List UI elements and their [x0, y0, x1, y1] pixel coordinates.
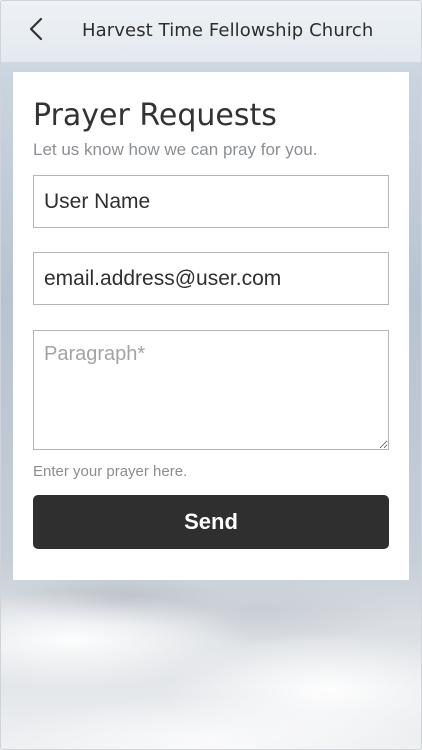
form-subtitle: Let us know how we can pray for you. [33, 140, 318, 159]
header-bar: Harvest Time Fellowship Church [0, 0, 422, 63]
send-button[interactable]: Send [33, 495, 389, 549]
prayer-helper-text: Enter your prayer here. [33, 463, 188, 480]
name-input[interactable] [33, 175, 389, 228]
email-input[interactable] [33, 252, 389, 305]
form-title: Prayer Requests [33, 98, 277, 133]
prayer-request-card: Prayer Requests Let us know how we can p… [13, 72, 409, 580]
back-button[interactable] [20, 12, 52, 46]
app-title: Harvest Time Fellowship Church [82, 20, 374, 41]
chevron-left-icon [29, 17, 43, 41]
prayer-textarea[interactable] [33, 330, 389, 450]
